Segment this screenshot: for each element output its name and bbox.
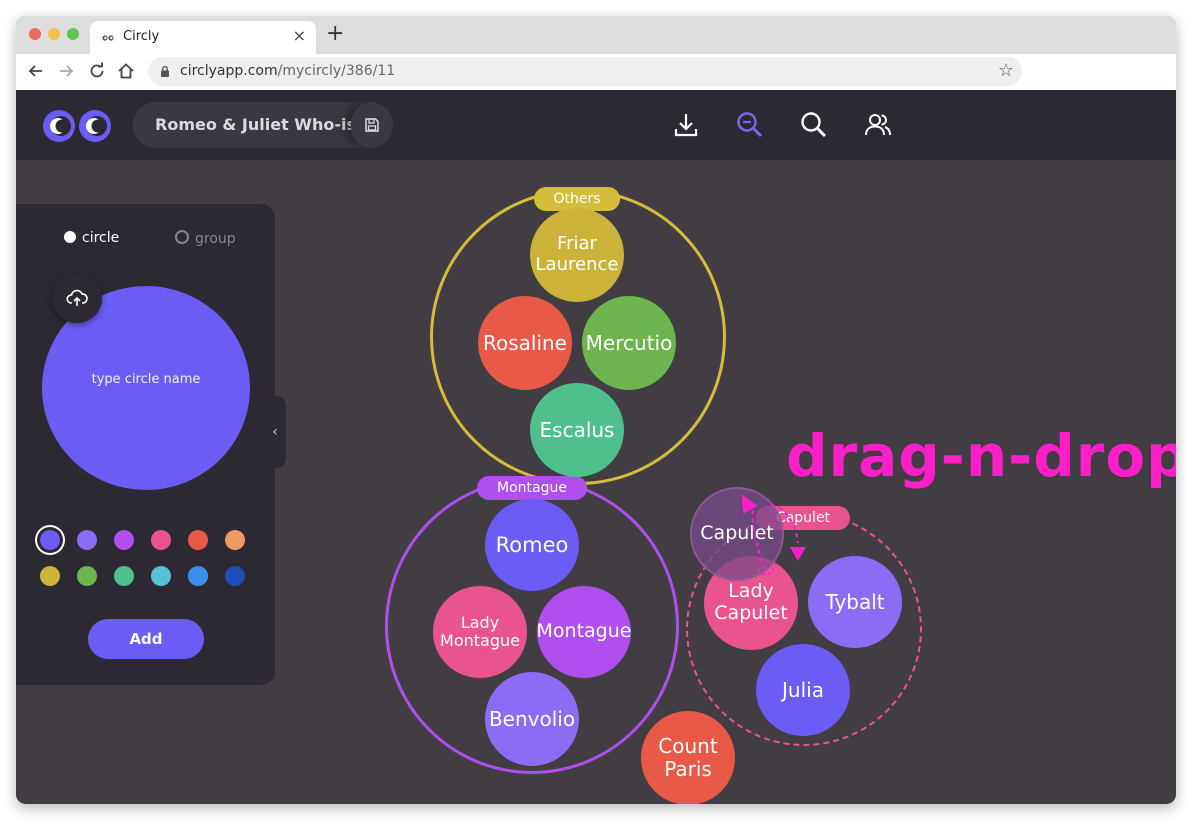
color-swatch-2[interactable] xyxy=(77,530,97,550)
back-arrow-icon[interactable] xyxy=(26,61,46,81)
tab-close-icon[interactable]: × xyxy=(293,26,306,45)
circle-lady-montague[interactable]: Lady Montague xyxy=(433,586,527,678)
circly-app: Romeo & Juliet Who-is-who xyxy=(16,90,1176,804)
color-swatch-1[interactable] xyxy=(40,530,60,550)
color-swatch-3[interactable] xyxy=(114,530,134,550)
browser-toolbar: circlyapp.com/mycircly/386/11 ☆ xyxy=(16,54,1176,91)
browser-tab[interactable]: Circly × xyxy=(90,21,316,54)
circle-julia[interactable]: Julia xyxy=(756,644,850,736)
color-swatch-12[interactable] xyxy=(225,566,245,586)
color-swatch-7[interactable] xyxy=(40,566,60,586)
circle-name-input[interactable]: type circle name xyxy=(42,372,250,387)
home-icon[interactable] xyxy=(116,61,136,81)
radio-circle-label: circle xyxy=(82,230,120,246)
color-swatch-6[interactable] xyxy=(225,530,245,550)
bookmark-star-icon[interactable]: ☆ xyxy=(998,60,1014,81)
color-swatch-10[interactable] xyxy=(151,566,171,586)
zoom-out-icon[interactable] xyxy=(735,110,765,140)
color-swatch-5[interactable] xyxy=(188,530,208,550)
collapse-panel-button[interactable]: ‹ xyxy=(264,396,286,468)
tab-bar: Circly × + xyxy=(16,16,1176,54)
circle-mercutio[interactable]: Mercutio xyxy=(582,296,676,390)
forward-arrow-icon[interactable] xyxy=(56,61,76,81)
color-swatch-8[interactable] xyxy=(77,566,97,586)
new-tab-button[interactable]: + xyxy=(326,21,344,46)
circly-logo-icon[interactable] xyxy=(42,109,112,143)
circle-friar-laurence[interactable]: Friar Laurence xyxy=(530,208,624,302)
drag-n-drop-annotation: drag-n-drop xyxy=(786,422,1176,490)
radio-group-label: group xyxy=(195,231,236,247)
save-icon xyxy=(365,118,379,132)
project-title-field[interactable]: Romeo & Juliet Who-is-who xyxy=(133,102,393,148)
circle-benvolio[interactable]: Benvolio xyxy=(485,672,579,766)
tab-title: Circly xyxy=(123,29,160,44)
url-path: /mycircly/386/11 xyxy=(277,63,396,79)
minimize-window-button[interactable] xyxy=(48,28,60,40)
users-icon[interactable] xyxy=(863,110,893,140)
circle-count-paris[interactable]: Count Paris xyxy=(641,711,735,804)
circle-escalus[interactable]: Escalus xyxy=(530,383,624,477)
url-text: circlyapp.com/mycircly/386/11 xyxy=(180,63,395,79)
close-window-button[interactable] xyxy=(29,28,41,40)
cloud-upload-icon xyxy=(66,289,88,306)
color-swatch-4[interactable] xyxy=(151,530,171,550)
radio-circle-selected-icon xyxy=(64,231,76,243)
zoom-in-icon[interactable] xyxy=(799,110,829,140)
upload-image-button[interactable] xyxy=(52,273,102,323)
address-bar[interactable]: circlyapp.com/mycircly/386/11 ☆ xyxy=(148,57,1022,86)
radio-group-unselected-icon xyxy=(175,230,189,244)
url-domain: circlyapp.com xyxy=(180,63,278,79)
browser-window: Circly × + circlyapp.com/mycircly/386/11… xyxy=(16,16,1176,804)
circle-montague[interactable]: Montague xyxy=(537,586,631,678)
maximize-window-button[interactable] xyxy=(67,28,79,40)
group-label-montague[interactable]: Montague xyxy=(477,476,587,500)
circly-favicon-icon xyxy=(102,35,114,41)
add-button[interactable]: Add xyxy=(88,619,204,659)
circle-romeo[interactable]: Romeo xyxy=(485,499,579,591)
download-icon[interactable] xyxy=(671,110,701,140)
drag-arrows-icon xyxy=(741,494,806,576)
project-title: Romeo & Juliet Who-is-who xyxy=(155,115,355,134)
reload-icon[interactable] xyxy=(87,61,107,81)
create-panel: circle group type circle name Add xyxy=(16,204,275,685)
radio-circle[interactable]: circle xyxy=(64,230,119,246)
circle-rosaline[interactable]: Rosaline xyxy=(478,296,572,390)
app-header: Romeo & Juliet Who-is-who xyxy=(16,90,1176,160)
radio-group[interactable]: group xyxy=(175,230,236,247)
lock-icon xyxy=(161,65,169,77)
color-swatch-11[interactable] xyxy=(188,566,208,586)
color-swatch-9[interactable] xyxy=(114,566,134,586)
save-button[interactable] xyxy=(351,102,393,148)
